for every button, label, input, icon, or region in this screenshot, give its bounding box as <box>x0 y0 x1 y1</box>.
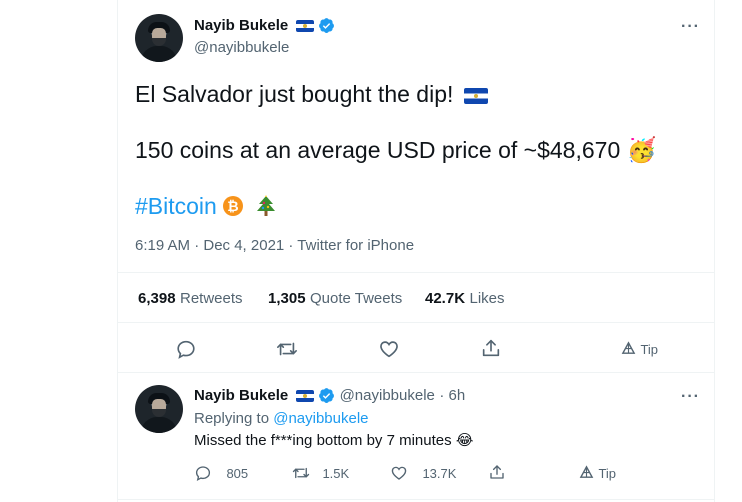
tip-label: Tip <box>598 466 617 481</box>
more-icon[interactable]: ··· <box>681 18 700 36</box>
tweet-text-line1: El Salvador just bought the dip! <box>135 80 488 108</box>
tip-icon <box>621 341 636 354</box>
likes-label: Likes <box>469 290 505 307</box>
reply-text: Missed the f***ing bottom by 7 minutes 😂 <box>194 431 473 449</box>
quote-tweets-count: 1,305 <box>268 290 306 307</box>
reply-icon[interactable] <box>175 338 197 360</box>
reply-retweet-count: 1.5K <box>322 466 350 481</box>
svg-text:₿: ₿ <box>228 198 239 214</box>
reply-author-name[interactable]: Nayib Bukele <box>194 387 288 404</box>
party-emoji: 🥳 <box>626 137 657 164</box>
retweets-stat[interactable]: 6,398 Retweets <box>138 290 243 308</box>
reply-like-action[interactable]: 13.7K <box>390 464 456 483</box>
likes-stat[interactable]: 42.7K Likes <box>425 290 505 308</box>
reply-tip-button[interactable]: Tip <box>579 465 616 483</box>
more-icon[interactable]: ··· <box>681 388 700 406</box>
tweet-text-line2: 150 coins at an average USD price of ~$4… <box>135 136 657 165</box>
bitcoin-emoji: ₿ <box>223 196 244 216</box>
hashtag-link[interactable]: #Bitcoin <box>135 193 217 219</box>
reply-reply-count: 805 <box>226 466 249 481</box>
reply-reply-action[interactable]: 805 <box>194 464 248 483</box>
reply-avatar[interactable] <box>135 385 183 433</box>
divider <box>118 499 714 500</box>
replying-to: Replying to @nayibbukele <box>194 410 369 427</box>
retweet-icon[interactable] <box>276 338 298 360</box>
author-handle[interactable]: @nayibbukele <box>194 39 289 56</box>
verified-icon <box>319 18 335 34</box>
reply-author-handle[interactable]: @nayibbukele <box>340 387 435 404</box>
author-name[interactable]: Nayib Bukele <box>194 17 288 34</box>
flag-icon <box>463 87 488 104</box>
author-row: Nayib Bukele <box>194 17 335 35</box>
share-icon[interactable] <box>488 463 506 481</box>
divider <box>118 372 714 373</box>
share-icon[interactable] <box>480 337 502 359</box>
replying-to-link[interactable]: @nayibbukele <box>273 410 368 427</box>
flag-icon <box>295 19 314 32</box>
reply-text-content: Missed the f***ing bottom by 7 minutes <box>194 432 452 449</box>
divider <box>118 322 714 323</box>
flag-icon <box>295 389 314 402</box>
reply-icon <box>195 466 211 482</box>
retweet-icon <box>292 467 310 479</box>
retweets-count: 6,398 <box>138 290 176 307</box>
reply-author-row: Nayib Bukele @nayibbukele · 6h <box>194 387 465 405</box>
reply-time[interactable]: · 6h <box>439 387 465 404</box>
tweet-hashtag-line: #Bitcoin ₿ <box>135 192 276 220</box>
like-icon <box>391 466 407 480</box>
tree-emoji <box>256 195 275 216</box>
tweet-timestamp[interactable]: 6:19 AM · Dec 4, 2021 · Twitter for iPho… <box>135 237 414 254</box>
tip-label: Tip <box>640 342 659 357</box>
tweet-panel: Nayib Bukele @nayibbukele ··· El Salvado… <box>117 0 715 502</box>
tweet-line2-text: 150 coins at an average USD price of ~$4… <box>135 137 621 163</box>
retweets-label: Retweets <box>180 290 243 307</box>
laugh-emoji: 😂 <box>455 432 474 449</box>
tweet-line1-text: El Salvador just bought the dip! <box>135 81 454 107</box>
reply-like-count: 13.7K <box>422 466 457 481</box>
replying-prefix: Replying to <box>194 410 270 427</box>
reply-retweet-action[interactable]: 1.5K <box>292 464 349 483</box>
quote-tweets-label: Quote Tweets <box>310 290 403 307</box>
like-icon[interactable] <box>378 338 400 360</box>
likes-count: 42.7K <box>425 290 466 307</box>
divider <box>118 272 714 273</box>
avatar[interactable] <box>135 14 183 62</box>
tip-button[interactable]: Tip <box>621 341 658 359</box>
verified-icon <box>319 388 335 404</box>
quote-tweets-stat[interactable]: 1,305 Quote Tweets <box>268 290 402 308</box>
tip-icon <box>579 465 594 478</box>
